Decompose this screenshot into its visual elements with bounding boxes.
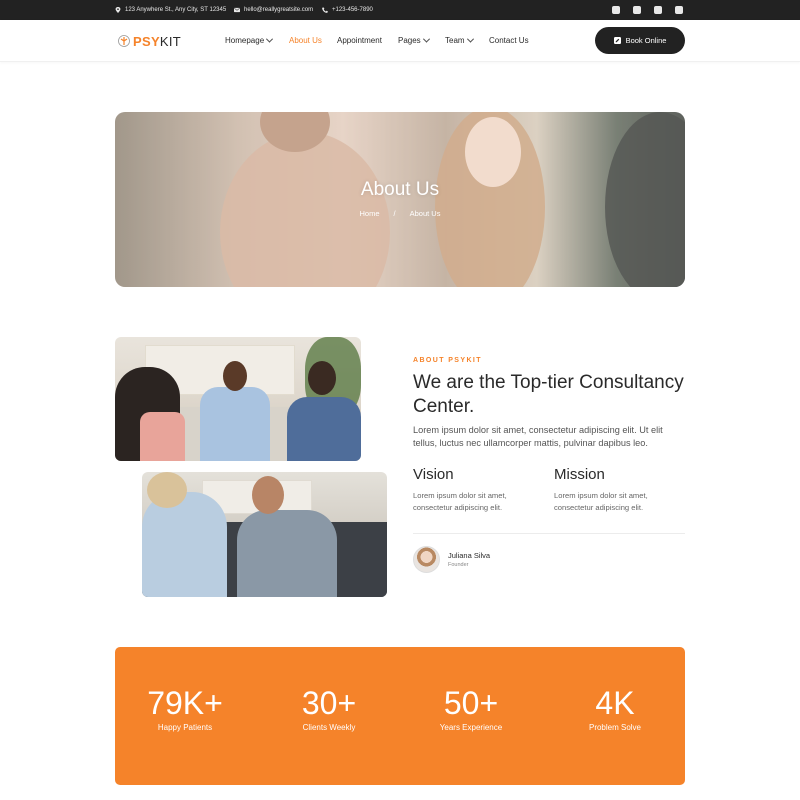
main-navigation: PSYKIT Homepage About Us Appointment Pag…: [0, 20, 800, 62]
phone-info[interactable]: +123-456-7890: [322, 0, 373, 20]
photo-person-right: [287, 397, 361, 461]
nav-item-contact-us[interactable]: Contact Us: [489, 33, 529, 47]
book-online-label: Book Online: [625, 36, 667, 45]
logo-mark-icon: [118, 35, 130, 47]
vision-text: Lorem ipsum dolor sit amet, consectetur …: [413, 491, 507, 512]
photo-person-right-head: [308, 361, 336, 395]
mission-heading: Mission: [554, 466, 605, 483]
section-description: Lorem ipsum dolor sit amet, consectetur …: [413, 425, 663, 448]
nav-item-label: About Us: [289, 35, 322, 45]
page-title: About Us: [360, 179, 440, 200]
founder-avatar: [413, 546, 440, 573]
photo-person-man-head: [252, 476, 284, 514]
phone-text: +123-456-7890: [332, 7, 373, 13]
chevron-down-icon: [466, 35, 474, 43]
mission-text: Lorem ipsum dolor sit amet, consectetur …: [554, 491, 648, 512]
nav-item-homepage[interactable]: Homepage: [225, 33, 274, 47]
stat-value: 50+: [443, 685, 499, 721]
stat-label: Problem Solve: [588, 723, 642, 732]
founder-role: Founder: [448, 562, 469, 568]
section-divider: [413, 533, 685, 534]
stat-item: 79K+ Happy Patients: [125, 685, 245, 732]
photo-person-woman-head: [147, 472, 187, 508]
chevron-down-icon: [266, 35, 274, 43]
breadcrumb: Home / About Us: [115, 209, 685, 218]
stat-label: Happy Patients: [157, 723, 213, 732]
address-text: 123 Anywhere St., Any City, ST 12345: [125, 7, 227, 13]
stat-label: Clients Weekly: [302, 723, 356, 732]
email-text: hello@reallygreatsite.com: [244, 7, 314, 13]
nav-item-label: Homepage: [225, 35, 265, 45]
edit-icon: [613, 37, 621, 44]
page-hero-banner: About Us Home / About Us: [115, 112, 685, 287]
nav-item-label: Appointment: [337, 35, 382, 45]
nav-item-pages[interactable]: Pages: [398, 33, 430, 47]
section-title: We are the Top-tier Consultancy Center.: [413, 372, 684, 417]
breadcrumb-separator: /: [393, 209, 396, 218]
mail-icon: [234, 7, 240, 13]
book-online-button[interactable]: Book Online: [595, 27, 685, 54]
nav-item-label: Contact Us: [489, 35, 529, 45]
photo-person-center-head: [223, 361, 247, 391]
email-info[interactable]: hello@reallygreatsite.com: [234, 0, 313, 20]
photo-person-center: [200, 387, 270, 461]
logo-text-primary: PSY: [133, 33, 160, 49]
location-pin-icon: [115, 7, 121, 13]
photo-person-woman: [142, 492, 227, 597]
stat-value: 4K: [595, 685, 635, 721]
twitter-icon[interactable]: [654, 6, 662, 14]
nav-item-about-us[interactable]: About Us: [289, 33, 322, 47]
about-image-counseling-session: [115, 337, 361, 461]
section-eyebrow: ABOUT PSYKIT: [413, 357, 482, 364]
vision-heading: Vision: [413, 466, 454, 483]
chevron-down-icon: [422, 35, 430, 43]
breadcrumb-home-link[interactable]: Home: [360, 209, 380, 218]
about-image-therapy-meeting: [142, 472, 387, 597]
stat-value: 30+: [301, 685, 357, 721]
stat-item: 50+ Years Experience: [411, 685, 531, 732]
stat-item: 30+ Clients Weekly: [269, 685, 389, 732]
stat-value: 79K+: [147, 685, 223, 721]
nav-item-team[interactable]: Team: [445, 33, 474, 47]
nav-item-appointment[interactable]: Appointment: [337, 33, 382, 47]
address-info: 123 Anywhere St., Any City, ST 12345: [115, 0, 226, 20]
stat-label: Years Experience: [439, 723, 503, 732]
instagram-icon[interactable]: [633, 6, 641, 14]
nav-item-label: Team: [445, 35, 465, 45]
logo[interactable]: PSYKIT: [118, 32, 181, 50]
stats-banner: 79K+ Happy Patients 30+ Clients Weekly 5…: [115, 647, 685, 785]
breadcrumb-current: About Us: [409, 209, 441, 218]
top-bar: 123 Anywhere St., Any City, ST 12345 hel…: [0, 0, 800, 20]
photo-person-man: [237, 510, 337, 597]
stat-item: 4K Problem Solve: [555, 685, 675, 732]
phone-icon: [322, 7, 328, 13]
photo-person-left-shirt: [140, 412, 185, 461]
logo-text-secondary: KIT: [159, 33, 182, 49]
facebook-icon[interactable]: [612, 6, 620, 14]
youtube-icon[interactable]: [675, 6, 683, 14]
founder-name: Juliana Silva: [448, 551, 491, 560]
nav-item-label: Pages: [398, 35, 421, 45]
